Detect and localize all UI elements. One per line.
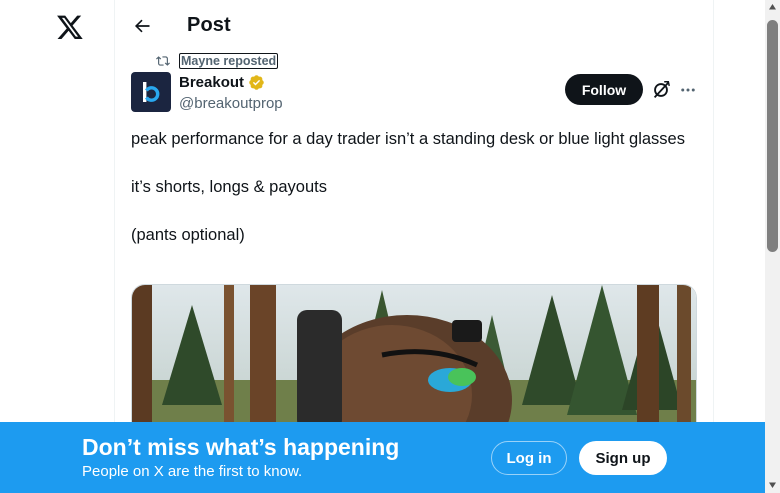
banner-subtitle: People on X are the first to know. bbox=[82, 463, 303, 480]
arrow-left-icon bbox=[134, 19, 150, 33]
scrollbar-thumb[interactable] bbox=[767, 20, 778, 252]
reposted-by-link[interactable]: Mayne reposted bbox=[179, 53, 279, 69]
post-text-line: peak performance for a day trader isn’t … bbox=[131, 130, 685, 148]
scroll-down-arrow-icon[interactable] bbox=[768, 481, 777, 489]
author-name[interactable]: Breakout bbox=[179, 74, 244, 91]
post-text-line: it’s shorts, longs & payouts bbox=[131, 178, 327, 196]
post-text: peak performance for a day trader isn’t … bbox=[131, 127, 691, 247]
banner-title: Don’t miss what’s happening bbox=[82, 434, 400, 460]
post-column: Post Mayne reposted Breakout @breakoutpr… bbox=[114, 0, 714, 493]
author-handle[interactable]: @breakoutprop bbox=[179, 95, 283, 112]
breakout-logo-icon bbox=[143, 82, 160, 102]
post-text-line bbox=[131, 199, 691, 223]
grok-icon[interactable] bbox=[650, 79, 672, 101]
signup-banner: Don’t miss what’s happening People on X … bbox=[0, 422, 765, 493]
author-name-row: Breakout bbox=[179, 74, 265, 91]
verified-badge-icon bbox=[249, 75, 264, 90]
post-text-line: (pants optional) bbox=[131, 226, 245, 244]
x-logo-icon[interactable] bbox=[56, 13, 84, 41]
repost-context: Mayne reposted bbox=[155, 52, 279, 70]
page-title: Post bbox=[187, 14, 231, 36]
back-button[interactable] bbox=[129, 13, 155, 39]
follow-button[interactable]: Follow bbox=[565, 74, 643, 105]
post-text-line bbox=[131, 151, 691, 175]
post-header: Post bbox=[115, 0, 713, 53]
login-button[interactable]: Log in bbox=[491, 441, 567, 475]
scroll-up-arrow-icon[interactable] bbox=[768, 3, 777, 11]
signup-button[interactable]: Sign up bbox=[579, 441, 667, 475]
avatar[interactable] bbox=[131, 72, 171, 112]
more-horizontal-icon[interactable] bbox=[677, 79, 699, 101]
left-nav-rail bbox=[0, 0, 114, 493]
repost-icon bbox=[155, 53, 173, 69]
page: Post Mayne reposted Breakout @breakoutpr… bbox=[0, 0, 780, 493]
vertical-scrollbar[interactable] bbox=[765, 0, 780, 493]
